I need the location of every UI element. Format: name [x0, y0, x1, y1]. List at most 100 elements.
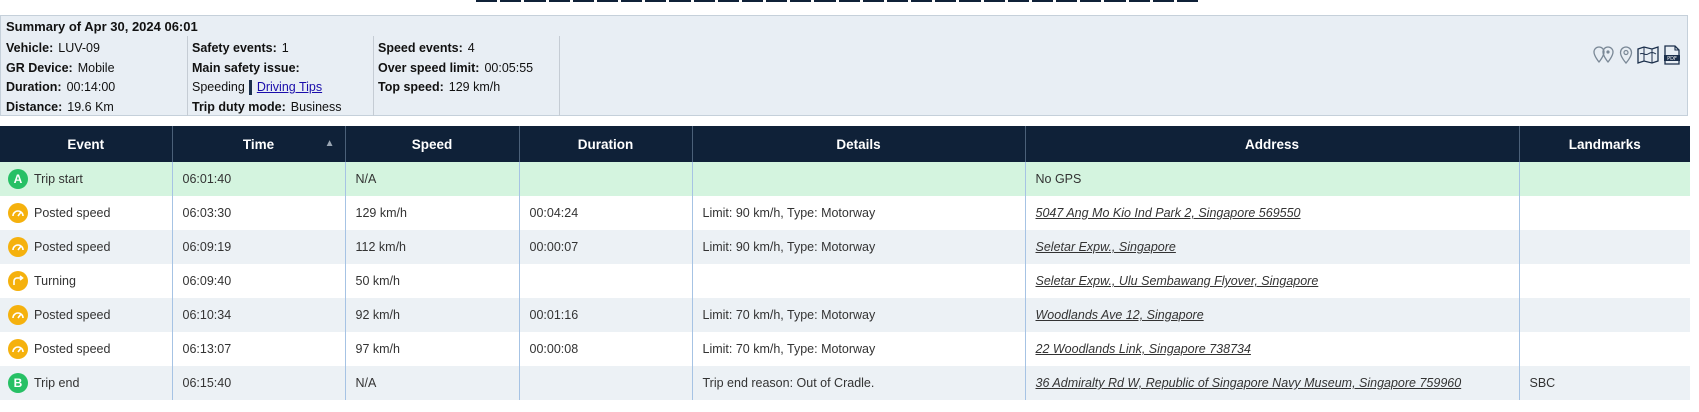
cell-event: B Trip end [0, 366, 173, 400]
duration-value: 00:14:00 [66, 80, 116, 94]
over-limit-label: Over speed limit: [378, 60, 480, 75]
cell-time: 06:10:34 [172, 298, 346, 332]
table-row[interactable]: Posted speed 06:03:30 129 km/h 00:04:24 Limi… [0, 196, 1690, 230]
duty-mode-label: Trip duty mode: [192, 99, 286, 114]
map-icon[interactable] [1637, 46, 1659, 64]
cell-event: Posted speed [0, 230, 173, 264]
address-link[interactable]: Woodlands Ave 12, Singapore [1036, 308, 1204, 322]
event-name: Trip end [34, 376, 80, 390]
issue-value-row: Speeding Driving Tips [192, 78, 341, 98]
table-row[interactable]: Posted speed 06:09:19 112 km/h 00:00:07 Limi… [0, 230, 1690, 264]
column-header-address[interactable]: Address [1025, 126, 1520, 162]
column-header-duration[interactable]: Duration [519, 126, 693, 162]
trip-summary-panel: Summary of Apr 30, 2024 06:01 Vehicle: LU… [0, 15, 1688, 116]
cell-address: 36 Admiralty Rd W, Republic of Singapore… [1025, 366, 1520, 400]
driving-tips-link[interactable]: Driving Tips [257, 80, 322, 94]
trip-end-icon: B [8, 373, 28, 393]
summary-toolbar: PDF [1593, 45, 1681, 65]
top-speed-label: Top speed: [378, 80, 444, 94]
main-issue-row: Main safety issue: [192, 59, 341, 79]
cell-event: Turning [0, 264, 173, 298]
cell-speed: 50 km/h [345, 264, 520, 298]
column-header-speed[interactable]: Speed [345, 126, 520, 162]
table-row[interactable]: A Trip start 06:01:40 N/A No GPS [0, 162, 1690, 196]
event-name: Trip start [34, 172, 83, 186]
address-link[interactable]: Seletar Expw., Singapore [1036, 240, 1176, 254]
svg-text:PDF: PDF [1667, 56, 1677, 62]
cell-event: Posted speed [0, 332, 173, 366]
cell-details: Trip end reason: Out of Cradle. [692, 366, 1026, 400]
address-link[interactable]: 36 Admiralty Rd W, Republic of Singapore… [1036, 376, 1462, 390]
distance-label: Distance: [6, 99, 63, 114]
table-row[interactable]: Turning 06:09:40 50 km/h Seletar Expw., Ulu… [0, 264, 1690, 298]
cell-details: Limit: 90 km/h, Type: Motorway [692, 196, 1026, 230]
event-name: Turning [34, 274, 76, 288]
top-speed-row: Top speed: 129 km/h [378, 78, 533, 98]
cell-speed: N/A [345, 366, 520, 400]
column-header-time-label: Time [242, 136, 275, 152]
summary-col-vehicle: Vehicle: LUV-09 GR Device: Mobile Duration… [6, 39, 115, 117]
event-name: Posted speed [34, 342, 111, 356]
column-header-time[interactable]: Time ▲ [172, 126, 346, 162]
table-row[interactable]: B Trip end 06:15:40 N/A Trip end reason: Out… [0, 366, 1690, 400]
separator [248, 80, 252, 96]
turning-icon [8, 271, 28, 291]
cell-speed: 92 km/h [345, 298, 520, 332]
cell-landmarks: SBC [1519, 366, 1690, 400]
cell-time: 06:09:40 [172, 264, 346, 298]
pdf-icon[interactable]: PDF [1663, 45, 1681, 65]
event-name: Posted speed [34, 308, 111, 322]
device-row: GR Device: Mobile [6, 59, 115, 79]
summary-divider [373, 36, 374, 116]
location-pin-icon[interactable] [1619, 46, 1633, 64]
cell-landmarks [1519, 196, 1690, 230]
cell-landmarks [1519, 298, 1690, 332]
speedometer-icon [8, 203, 28, 223]
duty-mode-value: Business [290, 99, 342, 114]
summary-divider [559, 36, 560, 116]
duty-mode-row: Trip duty mode: Business [192, 98, 341, 118]
table-row[interactable]: Posted speed 06:13:07 97 km/h 00:00:08 Limit… [0, 332, 1690, 366]
sort-asc-icon: ▲ [324, 138, 335, 149]
cell-address: Seletar Expw., Singapore [1025, 230, 1520, 264]
cell-address: 22 Woodlands Link, Singapore 738734 [1025, 332, 1520, 366]
cell-details: Limit: 70 km/h, Type: Motorway [692, 332, 1026, 366]
address-link[interactable]: 22 Woodlands Link, Singapore 738734 [1036, 342, 1251, 356]
cell-time: 06:01:40 [172, 162, 346, 196]
address-link[interactable]: 5047 Ang Mo Kio Ind Park 2, Singapore 56… [1036, 206, 1301, 220]
vehicle-label: Vehicle: [6, 41, 54, 55]
summary-divider [187, 36, 188, 116]
cell-speed: 97 km/h [345, 332, 520, 366]
table-row[interactable]: Posted speed 06:10:34 92 km/h 00:01:16 Limit… [0, 298, 1690, 332]
top-tab-strip [476, 0, 1199, 2]
safety-events-label: Safety events: [192, 41, 277, 55]
device-value: Mobile [77, 60, 115, 75]
vehicle-value: LUV-09 [58, 41, 100, 55]
over-limit-value: 00:05:55 [484, 60, 534, 75]
cell-event: Posted speed [0, 196, 173, 230]
event-name: Posted speed [34, 206, 111, 220]
cell-details [692, 264, 1026, 298]
cell-landmarks [1519, 264, 1690, 298]
cell-duration [519, 264, 693, 298]
cell-landmarks [1519, 162, 1690, 196]
address-link[interactable]: Seletar Expw., Ulu Sembawang Flyover, Si… [1036, 274, 1319, 288]
cell-landmarks [1519, 230, 1690, 264]
speedometer-icon [8, 339, 28, 359]
column-header-event[interactable]: Event [0, 126, 173, 162]
cell-address: 5047 Ang Mo Kio Ind Park 2, Singapore 56… [1025, 196, 1520, 230]
speed-events-label: Speed events: [378, 41, 463, 55]
cell-event: Posted speed [0, 298, 173, 332]
trip-events-table: Event Time ▲ Speed Duration Details Addre… [0, 126, 1690, 400]
column-header-landmarks[interactable]: Landmarks [1519, 126, 1690, 162]
summary-col-speed: Speed events: 4 Over speed limit: 00:05:55… [378, 39, 533, 98]
cell-details [692, 162, 1026, 196]
cell-time: 06:03:30 [172, 196, 346, 230]
safety-events-row: Safety events: 1 [192, 39, 341, 59]
event-name: Posted speed [34, 240, 111, 254]
route-pins-icon[interactable] [1593, 46, 1615, 64]
cell-duration [519, 366, 693, 400]
address-link: No GPS [1035, 172, 1082, 186]
cell-duration: 00:01:16 [519, 298, 693, 332]
column-header-details[interactable]: Details [692, 126, 1026, 162]
